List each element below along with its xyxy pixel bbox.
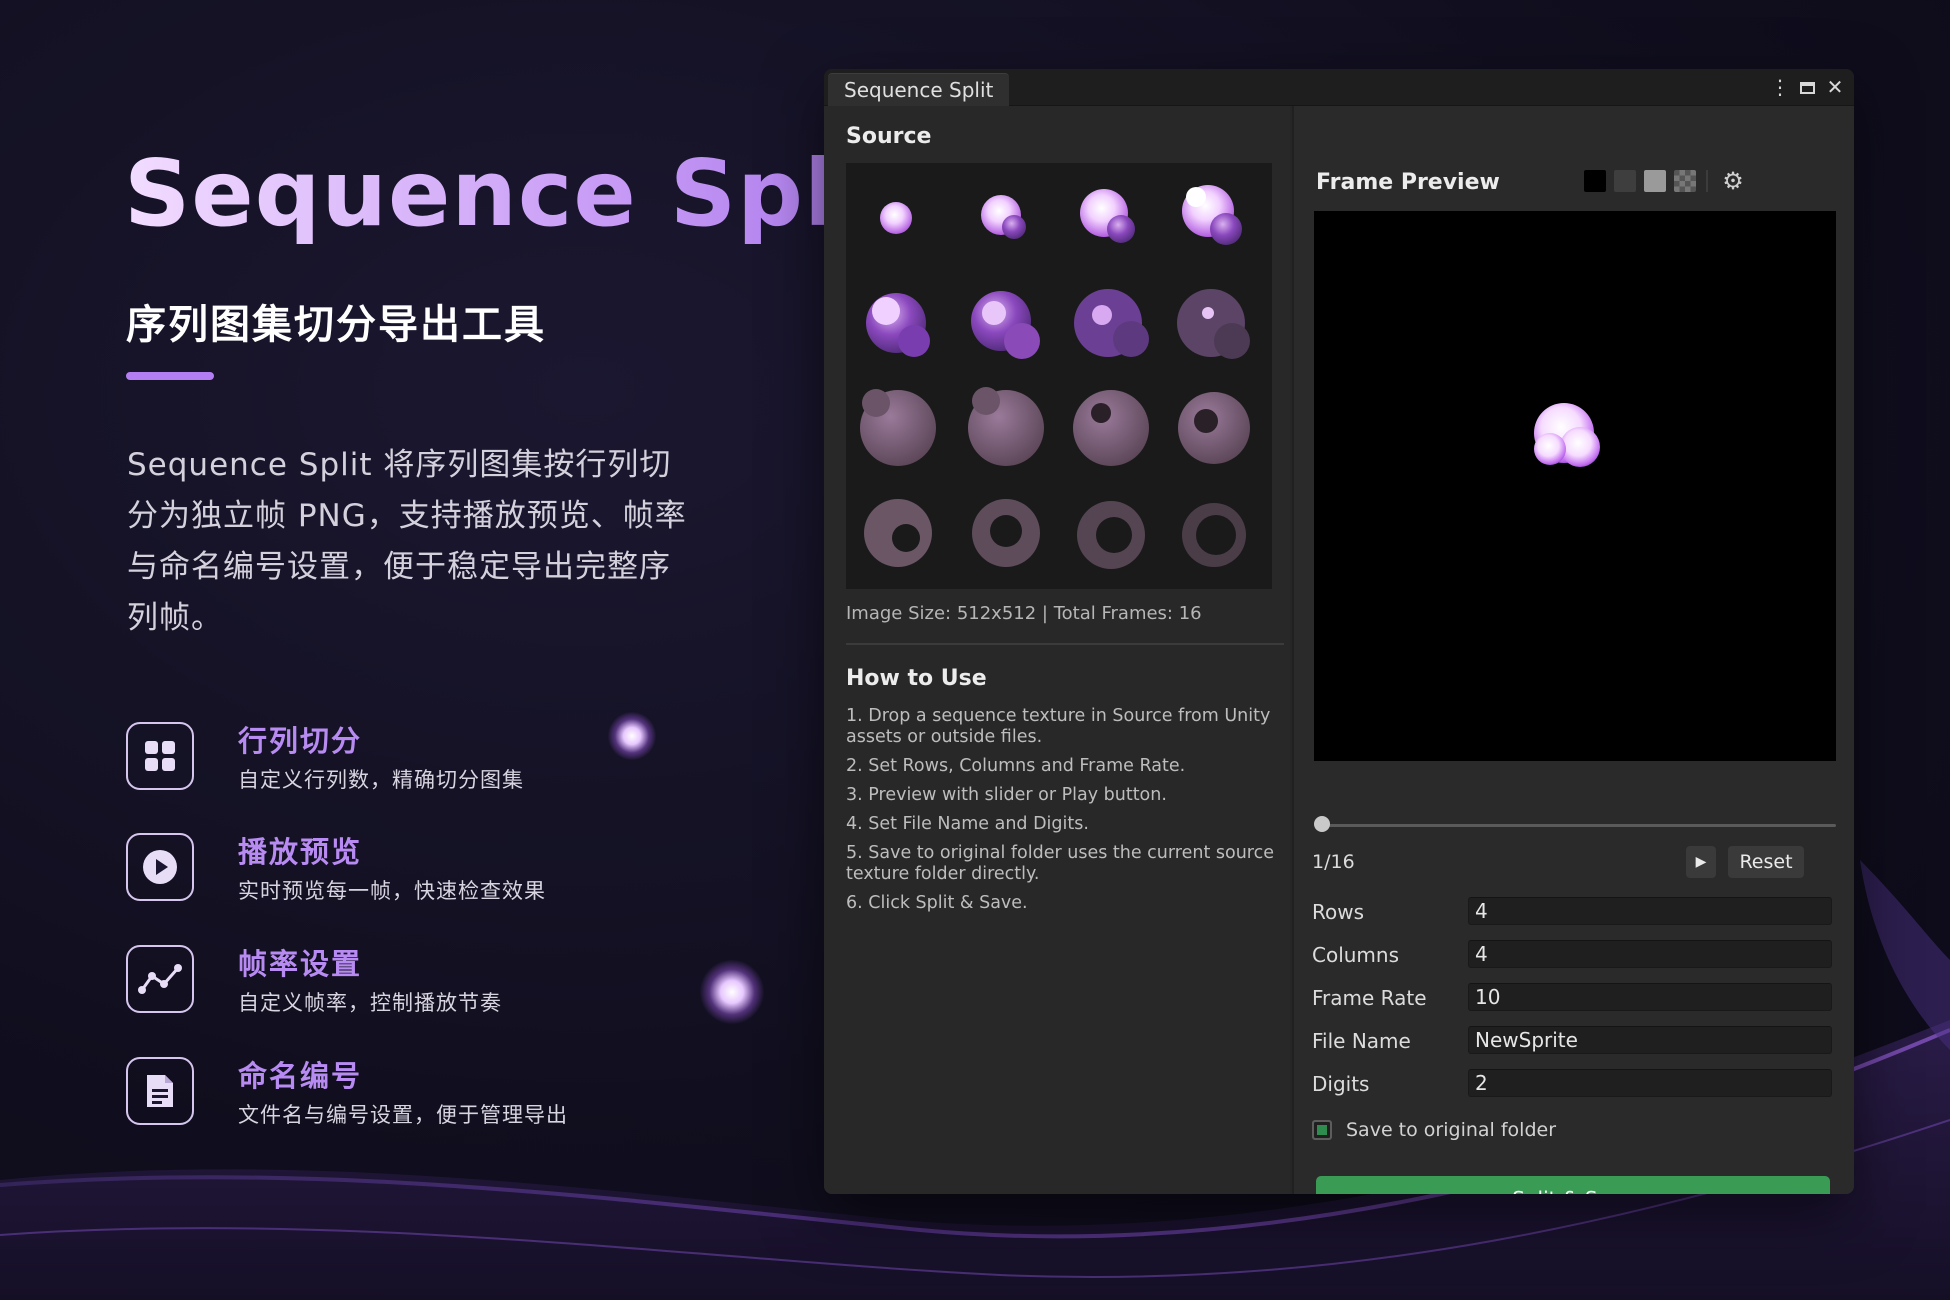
line-chart-icon: [126, 945, 194, 1013]
howto-step: 3. Preview with slider or Play button.: [846, 785, 1167, 805]
howto-step: 2. Set Rows, Columns and Frame Rate.: [846, 756, 1186, 776]
file-name-input[interactable]: NewSprite: [1468, 1026, 1832, 1054]
play-circle-icon: [126, 833, 194, 901]
feature-item: 播放预览 实时预览每一帧，快速检查效果: [126, 833, 686, 907]
columns-field: Columns 4: [1312, 940, 1832, 972]
close-icon[interactable]: ✕: [1824, 76, 1846, 98]
columns-input[interactable]: 4: [1468, 940, 1832, 968]
howto-step: 6. Click Split & Save.: [846, 893, 1028, 913]
feature-item: 行列切分 自定义行列数，精确切分图集: [126, 722, 686, 796]
image-info: Image Size: 512x512 | Total Frames: 16: [846, 603, 1202, 624]
frame-rate-label: Frame Rate: [1312, 986, 1427, 1010]
window-titlebar: Sequence Split ⋮ ✕: [824, 69, 1854, 106]
howto-step: 1. Drop a sequence texture in Source fro…: [846, 706, 1271, 747]
feature-title: 帧率设置: [238, 947, 363, 981]
feature-description: 自定义帧率，控制播放节奏: [238, 991, 502, 1015]
frame-counter: 1/16: [1312, 851, 1355, 873]
source-heading: Source: [846, 124, 932, 149]
grid-icon: [126, 722, 194, 790]
feature-title: 行列切分: [238, 724, 363, 758]
digits-input[interactable]: 2: [1468, 1069, 1832, 1097]
preview-title: Frame Preview: [1316, 170, 1500, 195]
sequence-split-window: Sequence Split ⋮ ✕ Source Image Size: 51…: [824, 69, 1854, 1194]
bg-dark-swatch[interactable]: [1614, 170, 1636, 192]
hero-subtitle: 序列图集切分导出工具: [126, 302, 546, 348]
title-underline: [126, 372, 214, 380]
maximize-icon[interactable]: [1796, 76, 1818, 98]
howto-step: 5. Save to original folder uses the curr…: [846, 843, 1274, 884]
feature-description: 文件名与编号设置，便于管理导出: [238, 1103, 568, 1127]
feature-item: 命名编号 文件名与编号设置，便于管理导出: [126, 1057, 686, 1131]
file-name-field: File Name NewSprite: [1312, 1026, 1832, 1058]
howto-title: How to Use: [846, 666, 987, 691]
save-to-original-label: Save to original folder: [1346, 1119, 1557, 1141]
feature-item: 帧率设置 自定义帧率，控制播放节奏: [126, 945, 686, 1019]
hero-description: Sequence Split 将序列图集按行列切分为独立帧 PNG，支持播放预览…: [127, 447, 687, 636]
window-tab[interactable]: Sequence Split: [828, 73, 1010, 106]
glow-orb: [700, 960, 764, 1024]
frame-slider-track[interactable]: [1322, 824, 1836, 827]
save-to-original-checkbox[interactable]: [1312, 1120, 1332, 1140]
preview-frame-image: [1534, 403, 1600, 467]
play-button[interactable]: ▶: [1686, 846, 1716, 878]
frame-preview-canvas: [1314, 211, 1836, 761]
digits-label: Digits: [1312, 1072, 1370, 1096]
frame-rate-field: Frame Rate 10: [1312, 983, 1832, 1015]
rows-input[interactable]: 4: [1468, 897, 1832, 925]
source-texture-slot[interactable]: [846, 163, 1272, 589]
more-options-icon[interactable]: ⋮: [1769, 76, 1791, 98]
frame-slider-thumb[interactable]: [1314, 816, 1330, 832]
howto-steps: 1. Drop a sequence texture in Source fro…: [846, 706, 1276, 922]
feature-description: 实时预览每一帧，快速检查效果: [238, 879, 546, 903]
frame-rate-input[interactable]: 10: [1468, 983, 1832, 1011]
preview-pane: Frame Preview ⚙ 1/16 ▶ Reset Rows 4 Colu…: [1292, 106, 1854, 1194]
digits-field: Digits 2: [1312, 1069, 1832, 1101]
source-pane: Source Image Size: 512x512 | Total Frame…: [824, 106, 1290, 1194]
hero-title: Sequence Split: [124, 140, 915, 247]
howto-step: 4. Set File Name and Digits.: [846, 814, 1089, 834]
columns-label: Columns: [1312, 943, 1400, 967]
reset-button[interactable]: Reset: [1728, 846, 1804, 878]
feature-description: 自定义行列数，精确切分图集: [238, 768, 524, 792]
rows-label: Rows: [1312, 900, 1365, 924]
feature-title: 播放预览: [238, 835, 363, 869]
bg-light-swatch[interactable]: [1644, 170, 1666, 192]
toolbar-separator: [1706, 170, 1708, 192]
document-icon: [126, 1057, 194, 1125]
file-name-label: File Name: [1312, 1029, 1411, 1053]
gear-icon[interactable]: ⚙: [1720, 168, 1746, 194]
bg-checker-swatch[interactable]: [1674, 170, 1696, 192]
feature-title: 命名编号: [238, 1059, 363, 1093]
divider: [846, 643, 1284, 645]
split-save-button[interactable]: Split & Save: [1316, 1176, 1830, 1194]
bg-black-swatch[interactable]: [1584, 170, 1606, 192]
sprite-sheet-thumbnail: [860, 185, 1250, 569]
rows-field: Rows 4: [1312, 897, 1832, 929]
